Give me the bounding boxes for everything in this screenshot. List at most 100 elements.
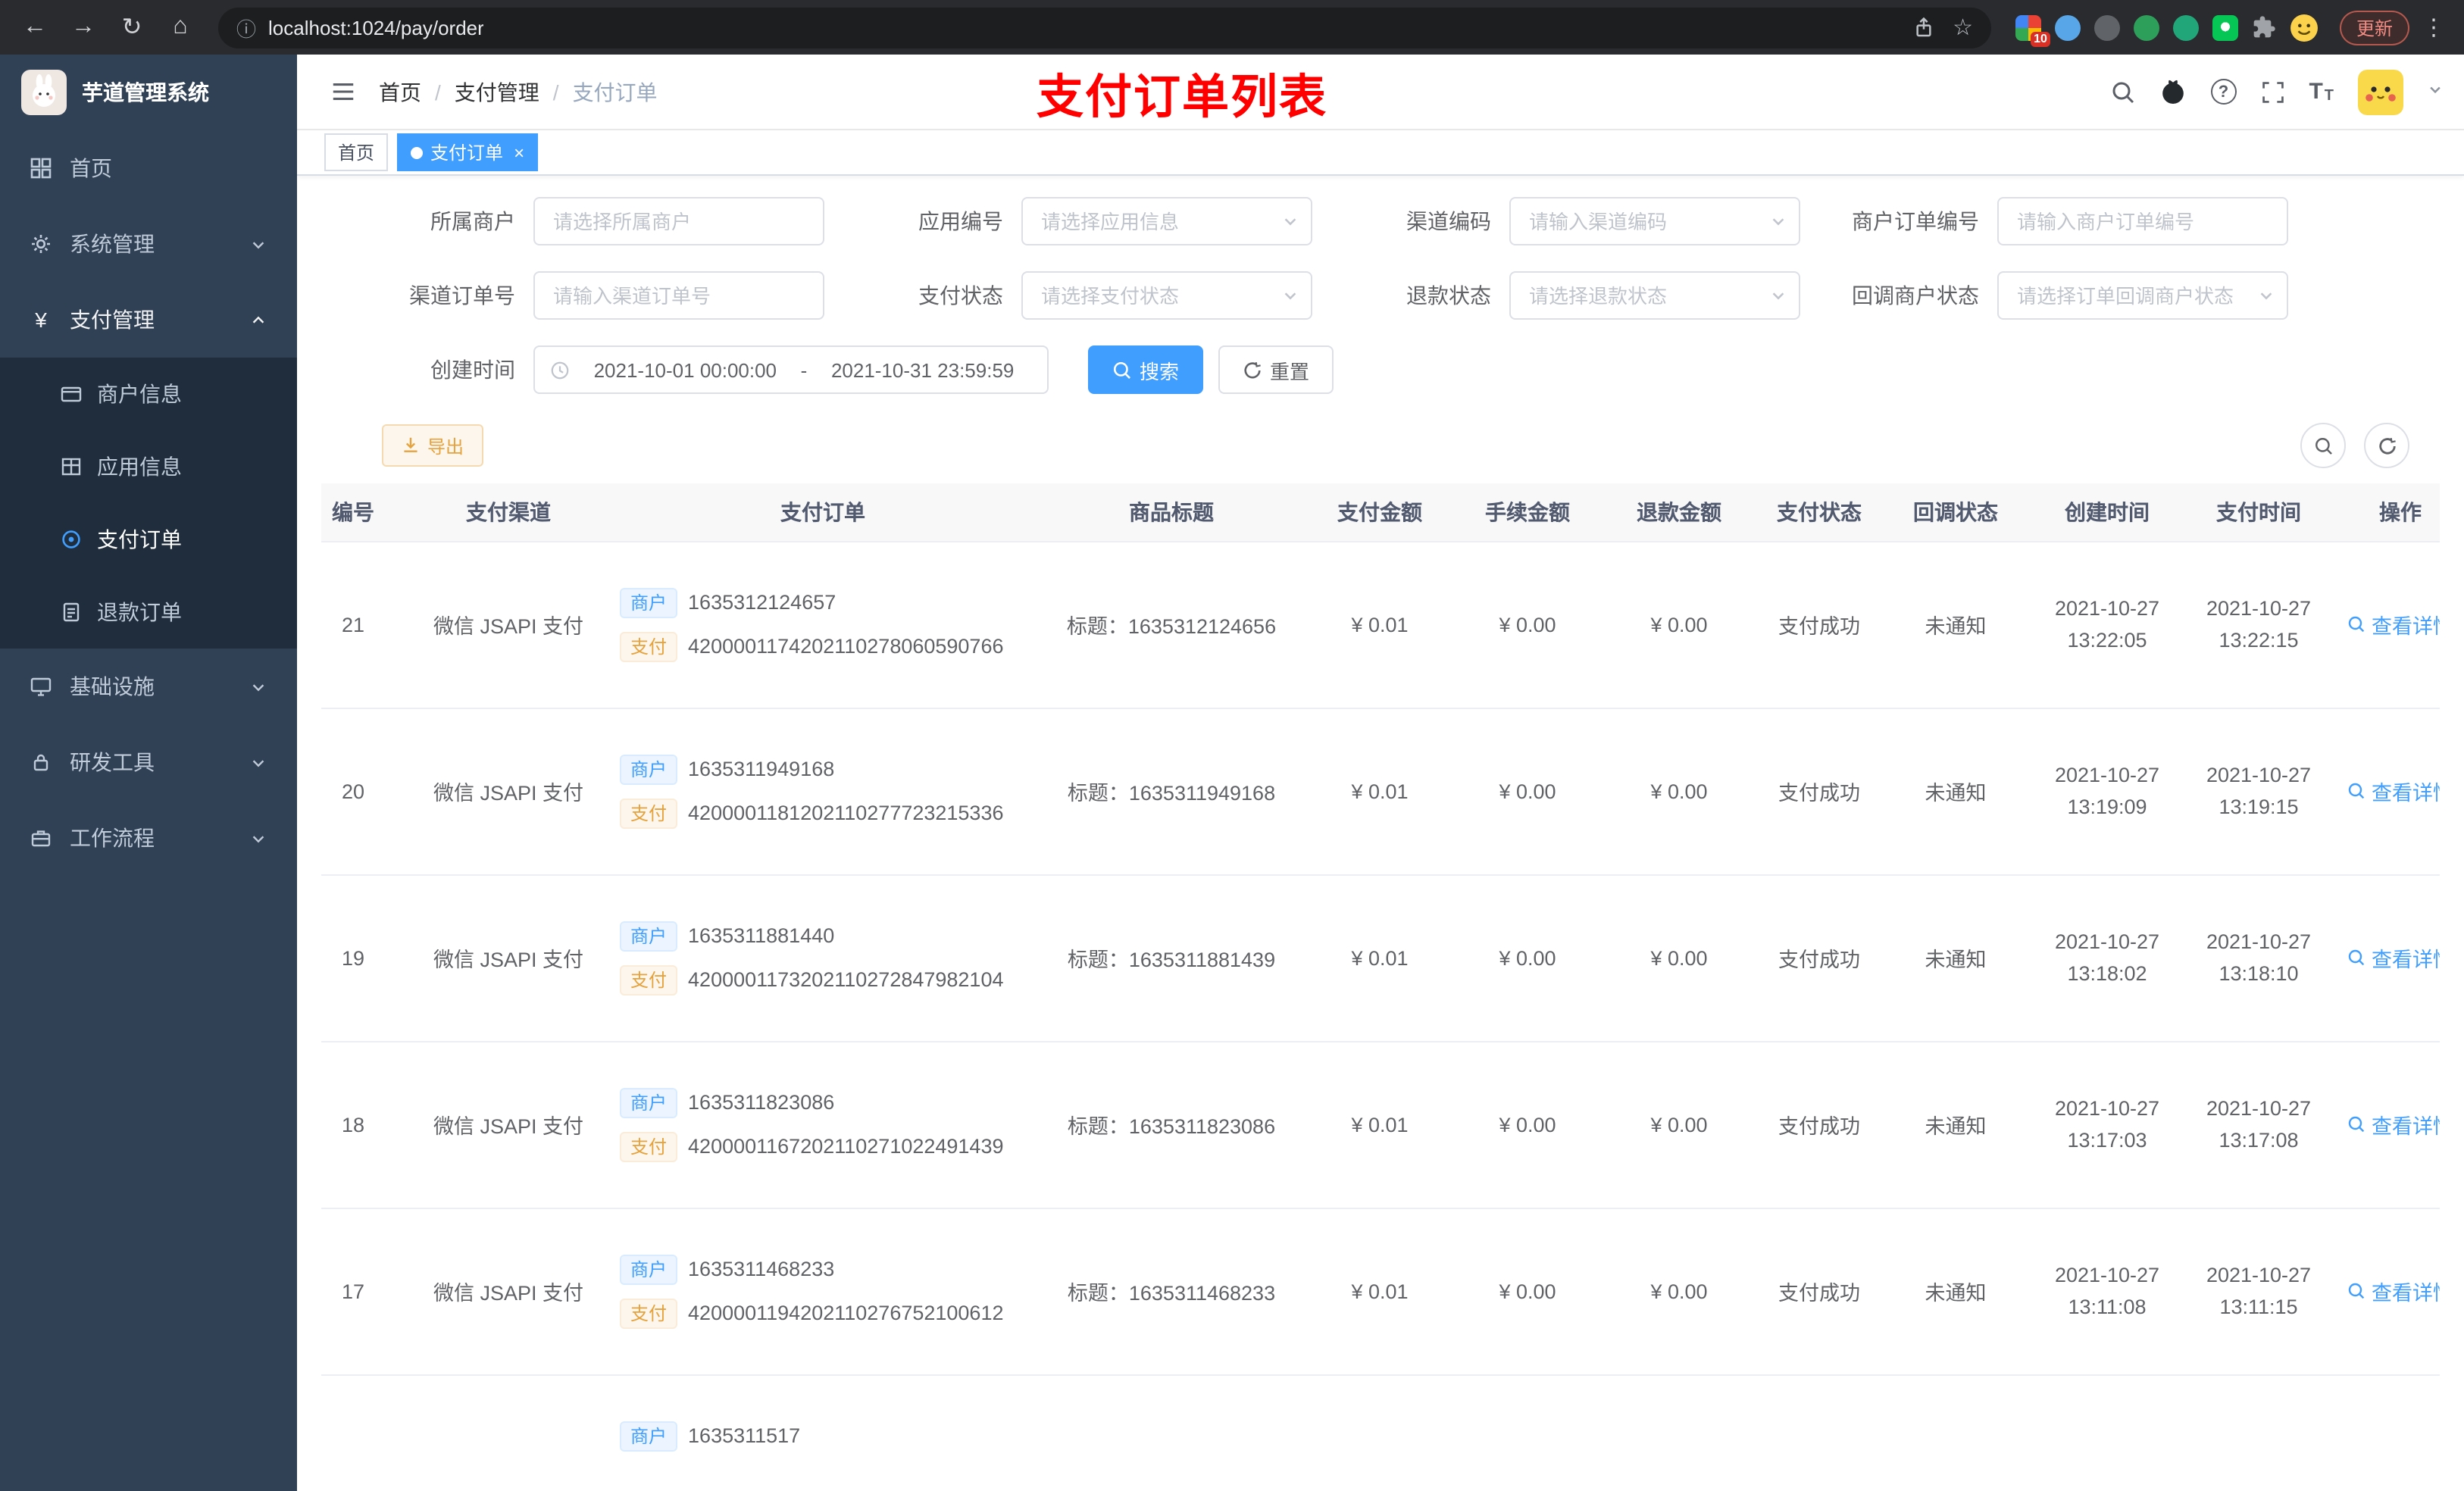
cell-fee: ¥ 0.00: [1452, 1041, 1603, 1208]
tab-home[interactable]: 首页: [324, 133, 389, 171]
reload-icon[interactable]: ↻: [112, 8, 152, 47]
view-detail-link[interactable]: 查看详情: [2347, 942, 2440, 973]
avatar-caret-icon[interactable]: [2428, 82, 2443, 102]
search-button[interactable]: 搜索: [1088, 345, 1204, 394]
sidebar-item-payment[interactable]: ¥ 支付管理: [0, 282, 297, 358]
date-start-input[interactable]: [576, 358, 795, 381]
share-icon[interactable]: [1912, 16, 1934, 39]
puzzle-extensions-icon[interactable]: [2252, 15, 2276, 39]
help-icon[interactable]: ?: [2210, 79, 2237, 105]
sidebar-item-dev-tools[interactable]: 研发工具: [0, 724, 297, 800]
browser-menu-icon[interactable]: ⋮: [2419, 14, 2449, 41]
reset-button[interactable]: 重置: [1218, 345, 1334, 394]
back-icon[interactable]: ←: [15, 8, 55, 47]
col-refund: 退款金额: [1603, 483, 1755, 542]
browser-profile-avatar[interactable]: [2290, 13, 2319, 42]
active-dot: [411, 146, 424, 158]
merchant-select[interactable]: [533, 197, 824, 245]
home-icon[interactable]: ⌂: [161, 8, 200, 47]
cell-refund: ¥ 0.00: [1603, 874, 1755, 1042]
col-fee: 手续金额: [1452, 483, 1603, 542]
pay-tag: 支付: [620, 631, 678, 661]
cell-actions: 查看详情: [2331, 708, 2440, 875]
github-icon[interactable]: [2159, 78, 2186, 105]
cell-order: 商户 1635311468233 支付 4200001194202110276752…: [611, 1208, 1035, 1375]
sidebar-item-system[interactable]: 系统管理: [0, 206, 297, 282]
sidebar-item-refund-order[interactable]: 退款订单: [0, 576, 297, 649]
create-time-range[interactable]: -: [533, 345, 1049, 394]
view-detail-link[interactable]: 查看详情: [2347, 776, 2440, 806]
pay-status-select[interactable]: [1021, 271, 1312, 320]
refresh-table-button[interactable]: [2364, 423, 2409, 468]
merchant-tag: 商户: [620, 587, 678, 617]
lock-icon: [33, 754, 48, 771]
sidebar-item-app-info[interactable]: 应用信息: [0, 430, 297, 503]
chrome-update-button[interactable]: 更新: [2339, 10, 2409, 45]
breadcrumb-payment[interactable]: 支付管理: [455, 77, 539, 107]
extension-icon-gray[interactable]: [2093, 14, 2120, 40]
filter-label: 渠道订单号: [409, 283, 515, 308]
sidebar-item-merchant-info[interactable]: 商户信息: [0, 358, 297, 430]
extension-icon-teal[interactable]: [2172, 14, 2199, 40]
extension-icon-green[interactable]: [2133, 14, 2159, 40]
search-icon[interactable]: [2110, 80, 2134, 104]
extension-icon-chat[interactable]: [2212, 14, 2238, 40]
search-icon: [2348, 783, 2365, 799]
sidebar-item-home[interactable]: 首页: [0, 130, 297, 206]
table-row: 21 微信 JSAPI 支付 商户 1635312124657 支付 4200001…: [321, 541, 2440, 708]
merchant-order-no-input[interactable]: [1997, 197, 2288, 245]
hamburger-icon[interactable]: [318, 67, 367, 116]
search-icon: [2348, 616, 2365, 633]
cell-channel: 微信 JSAPI 支付: [406, 708, 611, 875]
table-header-row: 编号 支付渠道 支付订单 商品标题 支付金额 手续金额 退款金额 支付状态 回调…: [321, 483, 2440, 542]
cell-refund: ¥ 0.00: [1603, 708, 1755, 875]
font-size-icon[interactable]: TT: [2309, 79, 2334, 105]
forward-icon[interactable]: →: [64, 8, 103, 47]
chevron-down-icon: [250, 830, 267, 846]
cell-actions: 查看详情: [2331, 541, 2440, 708]
toggle-search-button[interactable]: [2300, 423, 2346, 468]
site-info-icon[interactable]: ⓘ: [236, 13, 256, 42]
channel-order-no-input[interactable]: [533, 271, 824, 320]
user-avatar[interactable]: [2358, 69, 2403, 114]
view-detail-link[interactable]: 查看详情: [2347, 1276, 2440, 1306]
target-icon: [62, 530, 80, 549]
chevron-down-icon: [1770, 287, 1787, 304]
view-detail-link[interactable]: 查看详情: [2347, 1109, 2440, 1139]
orders-table: 编号 支付渠道 支付订单 商品标题 支付金额 手续金额 退款金额 支付状态 回调…: [321, 483, 2440, 1491]
col-status: 支付状态: [1755, 483, 1884, 542]
sidebar-item-pay-order[interactable]: 支付订单: [0, 503, 297, 576]
sidebar-item-workflow[interactable]: 工作流程: [0, 800, 297, 876]
table-row: 17 微信 JSAPI 支付 商户 1635311468233 支付 4200001…: [321, 1208, 2440, 1375]
filter-row-3: 创建时间 -: [321, 345, 2440, 394]
app-id-select[interactable]: [1021, 197, 1312, 245]
sidebar-item-label: 研发工具: [70, 750, 155, 774]
chevron-down-icon: [250, 678, 267, 695]
payment-submenu: 商户信息 应用信息 支付订单 退款订单: [0, 358, 297, 649]
extension-icon-colorful[interactable]: 10: [2015, 14, 2050, 46]
refund-status-select[interactable]: [1509, 271, 1800, 320]
notify-status-select[interactable]: [1997, 271, 2288, 320]
view-detail-link[interactable]: 查看详情: [2347, 609, 2440, 639]
fullscreen-icon[interactable]: [2260, 80, 2284, 104]
channel-code-select[interactable]: [1509, 197, 1800, 245]
address-bar[interactable]: ⓘ localhost:1024/pay/order ☆: [218, 7, 1991, 48]
cell-order: 商户 1635311949168 支付 4200001181202110277723…: [611, 708, 1035, 875]
close-icon[interactable]: ×: [514, 142, 524, 163]
list-toolbar: 导出: [321, 420, 2440, 483]
pay-tag: 支付: [620, 798, 678, 828]
bookmark-star-icon[interactable]: ☆: [1953, 14, 1973, 41]
cell-amount: ¥ 0.01: [1308, 1208, 1452, 1375]
date-end-input[interactable]: [813, 358, 1032, 381]
breadcrumb-home[interactable]: 首页: [379, 77, 421, 107]
cell-create-time: 2021-10-27 13:11:08: [2028, 1208, 2187, 1375]
cell-pay-time: 2021-10-27 13:18:10: [2187, 874, 2331, 1042]
export-button[interactable]: 导出: [382, 424, 484, 467]
col-create-time: 创建时间: [2028, 483, 2187, 542]
search-icon: [2348, 949, 2365, 966]
tab-pay-order[interactable]: 支付订单 ×: [397, 133, 539, 171]
extension-icon-blue[interactable]: [2054, 14, 2081, 40]
filter-label: 商户订单编号: [1852, 209, 1979, 233]
sidebar-item-infrastructure[interactable]: 基础设施: [0, 649, 297, 724]
cell-channel: 微信 JSAPI 支付: [406, 1041, 611, 1208]
